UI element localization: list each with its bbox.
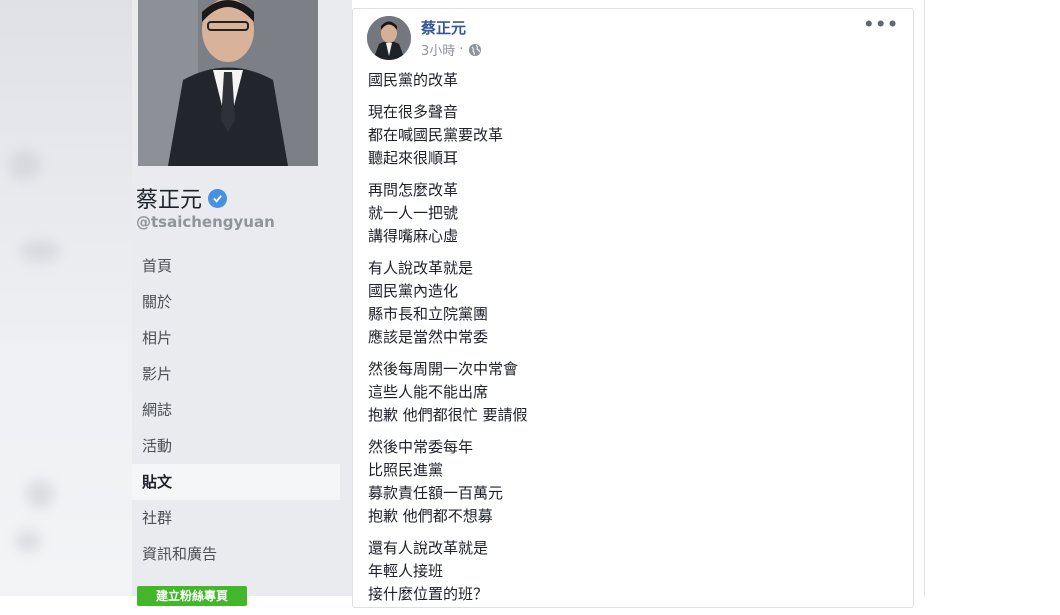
post-line: 然後中常委每年 — [368, 438, 474, 456]
post-stanza: 然後每周開一次中常會 這些人能不能出席 抱歉 他們都很忙 要請假 — [368, 358, 898, 427]
page-sidebar: 蔡正元 @tsaichengyuan 首頁 關於 相片 影片 網誌 活動 貼文 … — [132, 0, 348, 606]
post-line: 國民黨的改革 — [368, 71, 459, 89]
post-line: 抱歉 他們都不想募 — [368, 507, 493, 525]
blurred-background — [0, 0, 132, 596]
right-divider — [924, 0, 925, 596]
post-line: 比照民進黨 — [368, 461, 444, 479]
nav-item-info-ads[interactable]: 資訊和廣告 — [132, 536, 340, 572]
post-line: 講得嘴麻心虛 — [368, 227, 459, 245]
post-line: 抱歉 他們都很忙 要請假 — [368, 406, 528, 424]
post-line: 國民黨內造化 — [368, 282, 459, 300]
post-line: 年輕人接班 — [368, 562, 444, 580]
page-nav: 首頁 關於 相片 影片 網誌 活動 貼文 社群 資訊和廣告 — [132, 248, 340, 572]
verified-badge-icon — [208, 188, 228, 208]
post-line: 聽起來很順耳 — [368, 149, 459, 167]
post-body: 國民黨的改革 現在很多聲音 都在喊國民黨要改革 聽起來很順耳 再問怎麼改革 就一… — [368, 69, 898, 615]
post-line: 都在喊國民黨要改革 — [368, 126, 504, 144]
post-stanza: 然後中常委每年 比照民進黨 募款責任額一百萬元 抱歉 他們都不想募 — [368, 436, 898, 528]
nav-item-events[interactable]: 活動 — [132, 428, 340, 464]
post-meta: 3小時 · — [421, 40, 482, 59]
globe-icon[interactable] — [469, 43, 482, 56]
post-line: 募款責任額一百萬元 — [368, 484, 504, 502]
post-line: 這些人能不能出席 — [368, 383, 489, 401]
create-page-button[interactable]: 建立粉絲專頁 — [137, 586, 247, 606]
post-stanza: 國民黨的改革 — [368, 69, 898, 92]
post-line: 現在很多聲音 — [368, 103, 459, 121]
author-avatar[interactable] — [367, 16, 411, 60]
post-line: 縣市長和立院黨團 — [368, 305, 489, 323]
post-stanza: 有人說改革就是 國民黨內造化 縣市長和立院黨團 應該是當然中常委 — [368, 257, 898, 349]
nav-item-photos[interactable]: 相片 — [132, 320, 340, 356]
nav-item-posts[interactable]: 貼文 — [132, 464, 340, 500]
post-timestamp[interactable]: 3小時 — [421, 40, 455, 59]
post-card: 蔡正元 3小時 · ••• 國民黨的改革 現在很多聲音 都在喊國民黨要改革 聽起… — [352, 8, 914, 608]
post-stanza: 再問怎麼改革 就一人一把號 講得嘴麻心虛 — [368, 179, 898, 248]
profile-photo[interactable] — [138, 0, 318, 166]
post-line: 還有人說改革就是 — [368, 539, 489, 557]
right-background — [914, 0, 1060, 596]
post-stanza: 現在很多聲音 都在喊國民黨要改革 聽起來很順耳 — [368, 101, 898, 170]
post-line: 然後每周開一次中常會 — [368, 360, 519, 378]
page-handle[interactable]: @tsaichengyuan — [136, 213, 275, 231]
nav-item-videos[interactable]: 影片 — [132, 356, 340, 392]
post-line: 再問怎麼改革 — [368, 181, 459, 199]
more-options-icon[interactable]: ••• — [863, 15, 899, 35]
nav-item-about[interactable]: 關於 — [132, 284, 340, 320]
nav-item-community[interactable]: 社群 — [132, 500, 340, 536]
post-author-name[interactable]: 蔡正元 — [421, 17, 466, 38]
nav-item-notes[interactable]: 網誌 — [132, 392, 340, 428]
post-line: 應該是當然中常委 — [368, 328, 489, 346]
post-line: 就一人一把號 — [368, 204, 459, 222]
post-line: 有人說改革就是 — [368, 259, 474, 277]
meta-separator: · — [459, 42, 464, 57]
page-name[interactable]: 蔡正元 — [136, 182, 202, 214]
nav-item-home[interactable]: 首頁 — [132, 248, 340, 284]
page-name-row: 蔡正元 — [136, 182, 228, 214]
post-line: 接什麼位置的班？ — [368, 585, 489, 603]
